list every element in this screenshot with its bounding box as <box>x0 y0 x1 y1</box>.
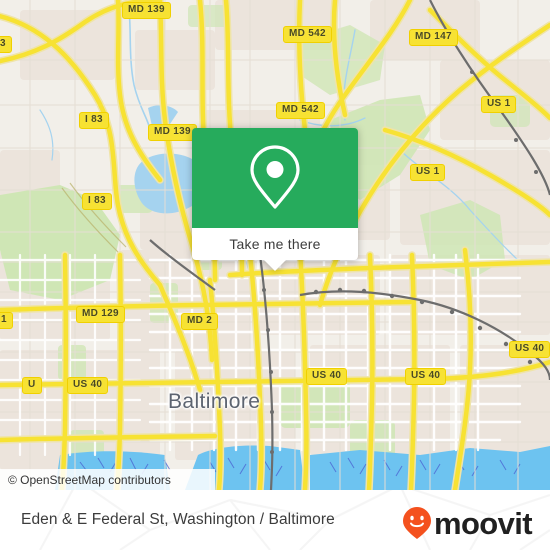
location-popup[interactable]: Take me there <box>192 128 358 271</box>
location-title: Eden & E Federal St, Washington / Baltim… <box>21 511 335 528</box>
city-label-baltimore: Baltimore <box>168 390 261 413</box>
road-shield: MD 542 <box>276 102 325 119</box>
road-shield: 1 <box>0 312 13 329</box>
app-root: .rd { stroke:#f7e233; fill:none; stroke-… <box>0 0 550 550</box>
road-shield: MD 129 <box>76 306 125 323</box>
moovit-wordmark: moovit <box>433 505 533 541</box>
take-me-there-label: Take me there <box>229 236 321 252</box>
road-shield: US 40 <box>306 368 348 385</box>
moovit-brand[interactable]: moovit <box>402 505 533 541</box>
road-shield: US 40 <box>67 377 109 394</box>
road-shield: MD 139 <box>122 2 171 19</box>
popup-header <box>192 128 358 228</box>
road-shield: I 83 <box>79 112 109 129</box>
moovit-smiley-pin-icon <box>402 507 431 539</box>
map-pin-icon <box>250 145 300 209</box>
road-shield: MD 2 <box>181 313 219 330</box>
road-shield: US 40 <box>405 368 447 385</box>
map-attribution[interactable]: © OpenStreetMap contributors <box>0 469 215 490</box>
take-me-there-button[interactable]: Take me there <box>192 228 358 260</box>
road-shield: U <box>22 377 42 394</box>
road-shield: I 83 <box>82 193 112 210</box>
map-canvas[interactable]: .rd { stroke:#f7e233; fill:none; stroke-… <box>0 0 550 490</box>
popup-tail <box>264 260 286 271</box>
road-shield: MD 139 <box>148 124 197 141</box>
road-shield: US 1 <box>481 96 517 113</box>
footer-bar: Eden & E Federal St, Washington / Baltim… <box>0 490 550 550</box>
attribution-text: © OpenStreetMap contributors <box>8 472 171 487</box>
road-shield: US 1 <box>410 164 446 181</box>
road-shield: US 40 <box>509 341 550 358</box>
road-shield: 3 <box>0 36 12 53</box>
road-shield: MD 147 <box>409 29 458 46</box>
road-shield: MD 542 <box>283 26 332 43</box>
